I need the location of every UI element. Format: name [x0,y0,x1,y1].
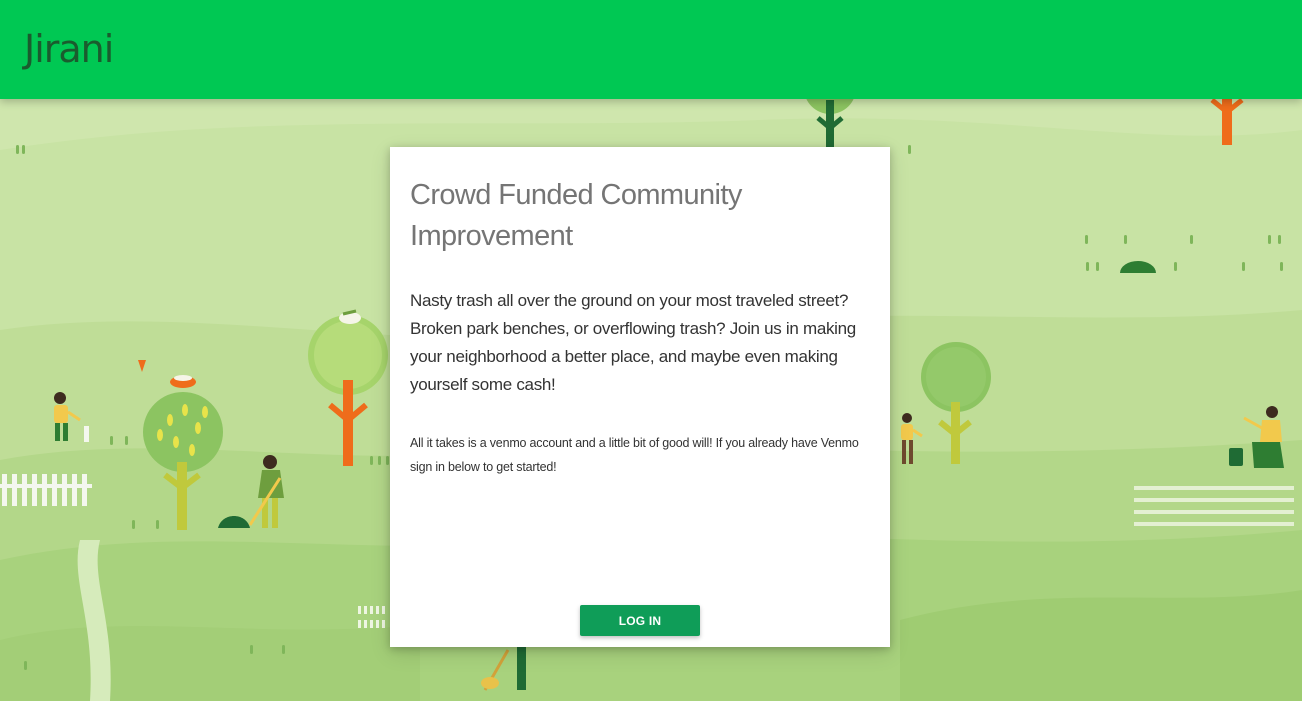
card-note-text: All it takes is a venmo account and a li… [410,436,859,474]
page: Jirani Crowd Funded Community Improvemen… [0,0,1302,701]
app-title: Jirani [24,27,114,71]
intro-card: Crowd Funded Community Improvement Nasty… [390,147,890,647]
card-lead-text: Nasty trash all over the ground on your … [410,291,856,394]
app-bar: Jirani [0,0,1302,99]
login-button[interactable]: LOG IN [580,605,700,636]
card-title: Crowd Funded Community Improvement [410,179,742,252]
